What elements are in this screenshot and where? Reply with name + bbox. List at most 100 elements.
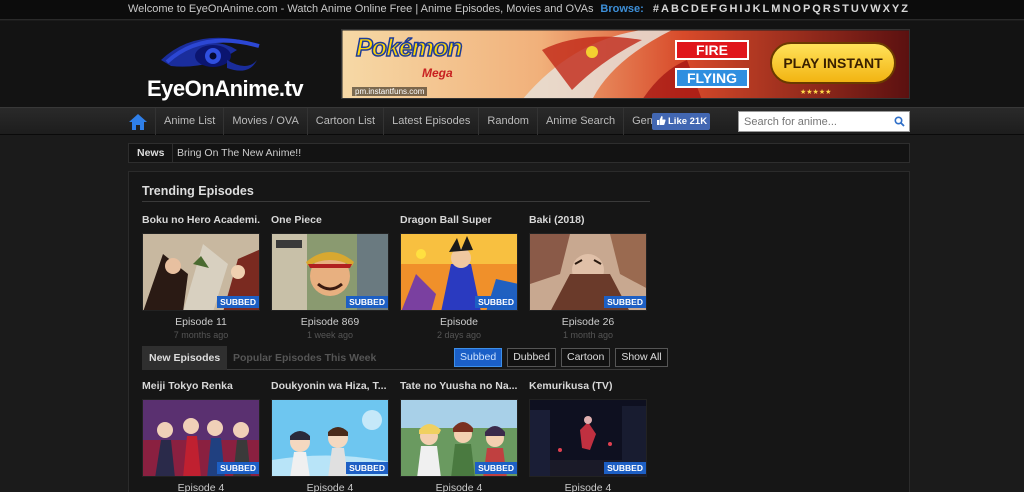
thumbs-up-icon xyxy=(657,116,666,125)
main-nav: Anime List Movies / OVA Cartoon List Lat… xyxy=(0,107,1024,135)
card-thumbnail[interactable]: SUBBED xyxy=(271,233,389,311)
card-title[interactable]: Baki (2018) xyxy=(529,214,647,228)
card-title[interactable]: Meiji Tokyo Renka xyxy=(142,380,260,394)
nav-movies-ova[interactable]: Movies / OVA xyxy=(223,108,306,135)
browse-letter-link[interactable]: W xyxy=(870,3,880,15)
browse-letter-link[interactable]: O xyxy=(792,3,801,15)
subbed-badge: SUBBED xyxy=(346,296,388,308)
tab-new-episodes[interactable]: New Episodes xyxy=(142,346,228,370)
nav-cartoon-list[interactable]: Cartoon List xyxy=(306,108,383,135)
pokemon-brand: Pokémon xyxy=(355,33,463,63)
card-thumbnail[interactable]: SUBBED xyxy=(142,399,260,477)
nav-latest-episodes[interactable]: Latest Episodes xyxy=(383,108,478,135)
browse-letter-link[interactable]: D xyxy=(691,3,699,15)
browse-letter-link[interactable]: G xyxy=(719,3,728,15)
card-thumbnail[interactable]: SUBBED xyxy=(529,399,647,477)
filter-dubbed-button[interactable]: Dubbed xyxy=(507,348,556,367)
card-episode[interactable]: Episode 4 xyxy=(400,482,518,492)
subbed-badge: SUBBED xyxy=(217,462,259,474)
trending-card[interactable]: Dragon Ball Super SUBBED Episode 2 days … xyxy=(400,214,518,340)
pokemon-ad-banner[interactable]: Pokémon Mega FIRE FLYING PLAY INSTANT ★★… xyxy=(341,29,910,99)
nav-random[interactable]: Random xyxy=(478,108,537,135)
browse-letter-link[interactable]: H xyxy=(729,3,737,15)
browse-letter-link[interactable]: I xyxy=(739,3,742,15)
episode-card[interactable]: Kemurikusa (TV) SUBBED Episode 4 xyxy=(529,380,647,492)
trending-card[interactable]: Boku no Hero Academi... SUBBED Episode 1… xyxy=(142,214,260,340)
card-episode[interactable]: Episode 4 xyxy=(529,482,647,492)
filter-subbed-button[interactable]: Subbed xyxy=(454,348,503,367)
card-thumbnail[interactable]: SUBBED xyxy=(142,233,260,311)
card-thumbnail[interactable]: SUBBED xyxy=(271,399,389,477)
subbed-badge: SUBBED xyxy=(217,296,259,308)
search-icon[interactable] xyxy=(894,116,905,127)
browse-letter-link[interactable]: C xyxy=(681,3,689,15)
card-episode[interactable]: Episode 26 xyxy=(529,316,647,328)
facebook-like-button[interactable]: Like 21K xyxy=(652,113,710,130)
site-header: EyeOnAnime.tv Pokémon Mega FIRE FLYING P… xyxy=(0,21,1024,107)
card-episode[interactable]: Episode 869 xyxy=(271,316,389,328)
welcome-text: Welcome to EyeOnAnime.com - Watch Anime … xyxy=(128,3,594,15)
trending-title: Trending Episodes xyxy=(142,184,254,198)
news-label: News xyxy=(129,144,174,162)
episode-card[interactable]: Doukyonin wa Hiza, T... SUBBED Episode 4 xyxy=(271,380,389,492)
card-title[interactable]: Boku no Hero Academi... xyxy=(142,214,260,228)
browse-letter-link[interactable]: U xyxy=(851,3,859,15)
subbed-badge: SUBBED xyxy=(475,296,517,308)
card-episode[interactable]: Episode xyxy=(400,316,518,328)
browse-letter-link[interactable]: Z xyxy=(901,3,908,15)
card-title[interactable]: Doukyonin wa Hiza, T... xyxy=(271,380,389,394)
episode-card[interactable]: Tate no Yuusha no Na... SUBBED Episode 4 xyxy=(400,380,518,492)
card-thumbnail[interactable]: SUBBED xyxy=(400,233,518,311)
subbed-badge: SUBBED xyxy=(346,462,388,474)
tab-popular-episodes[interactable]: Popular Episodes This Week xyxy=(226,346,383,370)
episode-card[interactable]: Meiji Tokyo Renka SUBBED Episode 4 xyxy=(142,380,260,492)
filter-cartoon-button[interactable]: Cartoon xyxy=(560,348,611,367)
eye-logo-icon xyxy=(161,37,260,71)
home-icon[interactable] xyxy=(127,112,149,132)
card-episode[interactable]: Episode 4 xyxy=(142,482,260,492)
browse-letter-link[interactable]: F xyxy=(710,3,717,15)
browse-letter-link[interactable]: B xyxy=(671,3,679,15)
browse-letter-link[interactable]: K xyxy=(753,3,761,15)
browse-letter-link[interactable]: S xyxy=(833,3,840,15)
trending-card[interactable]: One Piece SUBBED Episode 869 1 week ago xyxy=(271,214,389,340)
trending-card[interactable]: Baki (2018) SUBBED Episode 26 1 month ag… xyxy=(529,214,647,340)
card-time-ago: 7 months ago xyxy=(173,330,229,340)
card-title[interactable]: Kemurikusa (TV) xyxy=(529,380,647,394)
news-ticker: News Bring On The New Anime!! xyxy=(128,143,910,163)
browse-letter-link[interactable]: A xyxy=(661,3,669,15)
search-input[interactable] xyxy=(739,113,889,131)
browse-letter-link[interactable]: J xyxy=(744,3,750,15)
browse-letter-link[interactable]: N xyxy=(782,3,790,15)
card-time-ago: 2 days ago xyxy=(436,330,482,340)
card-thumbnail[interactable]: SUBBED xyxy=(529,233,647,311)
browse-letter-link[interactable]: T xyxy=(842,3,849,15)
browse-letter-link[interactable]: E xyxy=(701,3,708,15)
browse-letters: Browse: # A B C D E F G H I J K L M N O P Q R S T U V W X Y Z xyxy=(600,3,910,15)
pokemon-mega-text: Mega xyxy=(422,66,453,80)
card-title[interactable]: Tate no Yuusha no Na... xyxy=(400,380,518,394)
card-title[interactable]: One Piece xyxy=(271,214,389,228)
card-thumbnail[interactable]: SUBBED xyxy=(400,399,518,477)
browse-letter-link[interactable]: # xyxy=(653,3,659,15)
subbed-badge: SUBBED xyxy=(604,462,646,474)
play-instant-button[interactable]: PLAY INSTANT xyxy=(770,42,896,84)
browse-letter-link[interactable]: L xyxy=(763,3,770,15)
flying-type-badge: FLYING xyxy=(675,68,749,88)
browse-letter-link[interactable]: Y xyxy=(892,3,899,15)
filter-show-all-button[interactable]: Show All xyxy=(615,348,668,367)
news-text[interactable]: Bring On The New Anime!! xyxy=(177,144,301,162)
browse-letter-link[interactable]: P xyxy=(803,3,810,15)
card-episode[interactable]: Episode 4 xyxy=(271,482,389,492)
top-bar: Welcome to EyeOnAnime.com - Watch Anime … xyxy=(0,0,1024,20)
browse-letter-link[interactable]: V xyxy=(861,3,868,15)
card-title[interactable]: Dragon Ball Super xyxy=(400,214,518,228)
site-logo[interactable]: EyeOnAnime.tv xyxy=(147,30,307,102)
card-episode[interactable]: Episode 11 xyxy=(142,316,260,328)
browse-letter-link[interactable]: Q xyxy=(812,3,821,15)
nav-anime-search[interactable]: Anime Search xyxy=(536,108,623,135)
browse-letter-link[interactable]: X xyxy=(883,3,890,15)
browse-letter-link[interactable]: R xyxy=(823,3,831,15)
browse-letter-link[interactable]: M xyxy=(771,3,780,15)
nav-anime-list[interactable]: Anime List xyxy=(155,108,223,135)
